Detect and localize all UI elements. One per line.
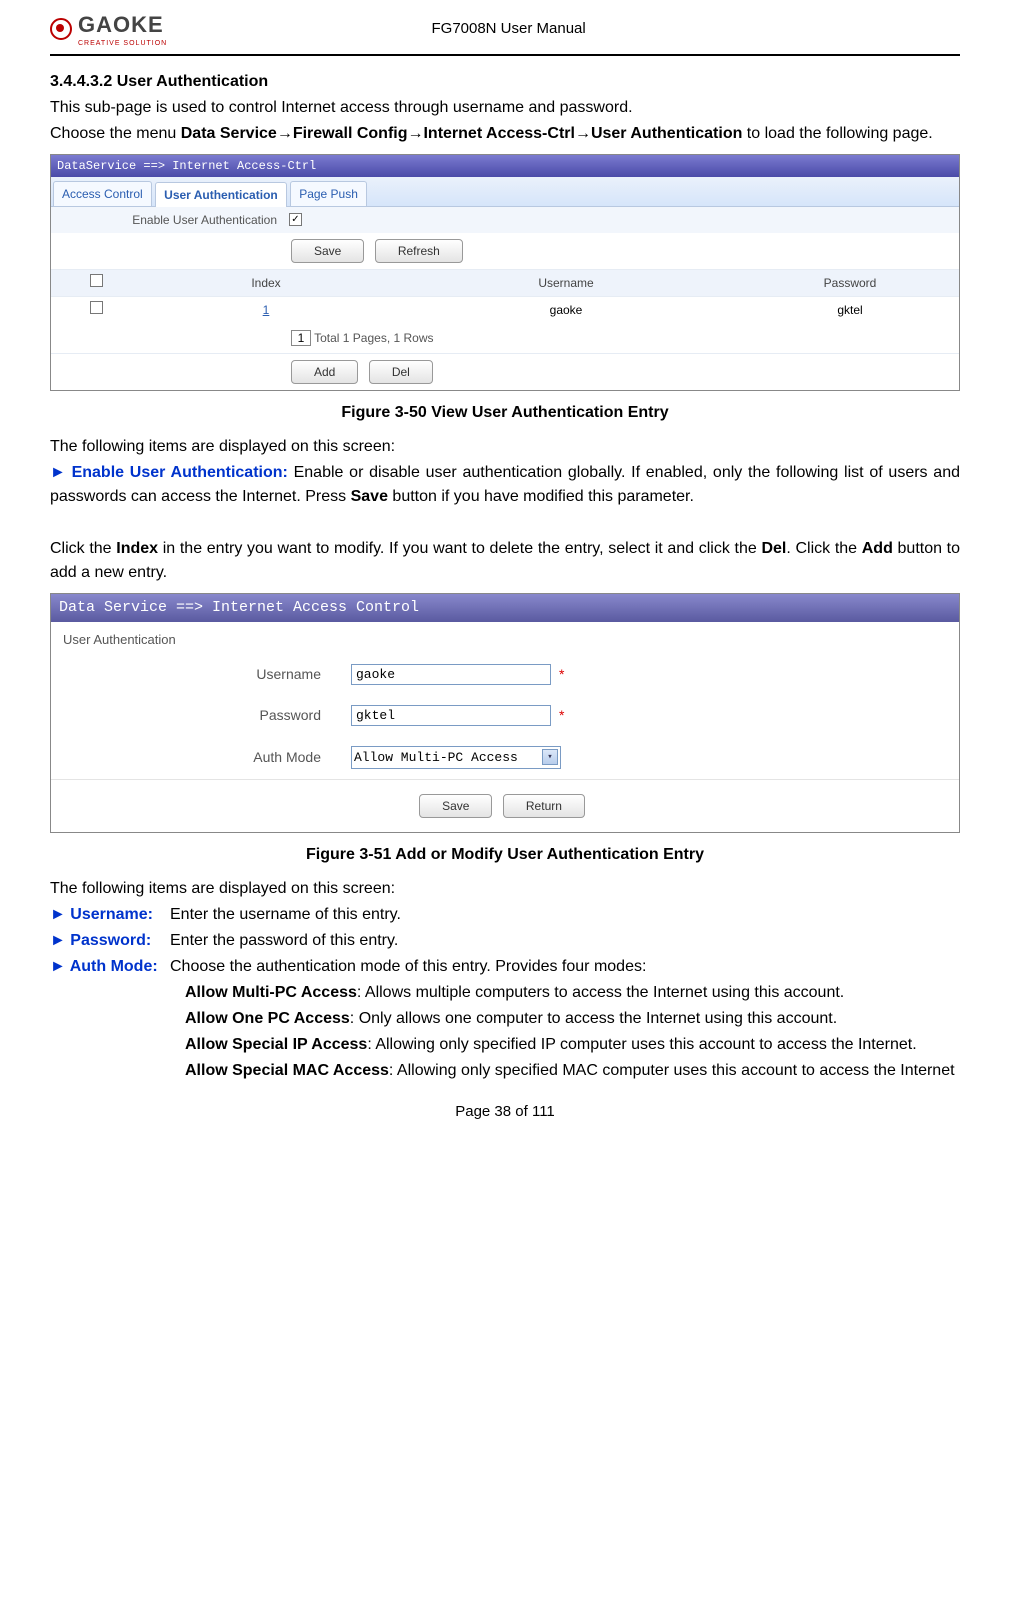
screenshot-add-modify: Data Service ==> Internet Access Control… — [50, 593, 960, 834]
click-mid: in the entry you want to modify. If you … — [158, 540, 761, 557]
screenshot-view-entries: DataService ==> Internet Access-Ctrl Acc… — [50, 154, 960, 391]
document-title: FG7008N User Manual — [431, 18, 585, 41]
mode4-text: : Allowing only specified MAC computer u… — [389, 1062, 955, 1079]
save-bold: Save — [351, 488, 388, 505]
logo: GAOKE CREATIVE SOLUTION — [50, 8, 167, 50]
required-mark: * — [559, 664, 564, 685]
password-input[interactable] — [351, 705, 551, 726]
mode1-text: : Allows multiple computers to access th… — [357, 984, 844, 1001]
enable-auth-checkbox[interactable]: ✓ — [289, 213, 302, 226]
index-instruction: Click the Index in the entry you want to… — [50, 537, 960, 585]
save-button-2[interactable]: Save — [419, 794, 492, 818]
menu-post: to load the following page. — [742, 125, 932, 142]
page-footer: Page 38 of 111 — [50, 1101, 960, 1124]
authmode-term: ► Auth Mode: — [50, 958, 158, 975]
mode3-text: : Allowing only specified IP computer us… — [367, 1036, 916, 1053]
tab-access-control[interactable]: Access Control — [53, 181, 152, 206]
del-bold: Del — [761, 540, 786, 557]
form-subtitle: User Authentication — [51, 622, 959, 654]
logo-text: GAOKE — [78, 8, 167, 41]
mode2-text: : Only allows one computer to access the… — [350, 1010, 837, 1027]
return-button[interactable]: Return — [503, 794, 585, 818]
chevron-down-icon: ▾ — [542, 749, 558, 765]
table-row: 1 gaoke gktel — [51, 296, 959, 323]
pager: Total 1 Pages, 1 Rows — [51, 323, 959, 353]
refresh-button[interactable]: Refresh — [375, 239, 463, 263]
mode4-bold: Allow Special MAC Access — [185, 1062, 389, 1079]
pager-text: Total 1 Pages, 1 Rows — [311, 331, 434, 345]
authmode-value: Allow Multi-PC Access — [354, 748, 518, 768]
logo-subtitle: CREATIVE SOLUTION — [78, 39, 167, 50]
col-username: Username — [391, 270, 741, 296]
index-bold: Index — [116, 540, 158, 557]
username-label: Username — [51, 664, 351, 685]
password-term: ► Password: — [50, 932, 151, 949]
tab-user-authentication[interactable]: User Authentication — [155, 182, 287, 207]
mode-multi-pc: Allow Multi-PC Access: Allows multiple c… — [185, 981, 960, 1005]
tab-page-push[interactable]: Page Push — [290, 181, 367, 206]
authmode-label: Auth Mode — [51, 747, 351, 768]
index-link[interactable]: 1 — [263, 303, 270, 317]
window-titlebar: DataService ==> Internet Access-Ctrl — [51, 155, 959, 177]
add-button[interactable]: Add — [291, 360, 358, 384]
cell-username: gaoke — [391, 297, 741, 323]
page-header: GAOKE CREATIVE SOLUTION FG7008N User Man… — [50, 0, 960, 56]
enable-term: ► Enable User Authentication: — [50, 464, 288, 481]
section-number: 3.4.4.3.2 — [50, 73, 112, 90]
mode-special-ip: Allow Special IP Access: Allowing only s… — [185, 1033, 960, 1057]
items-intro-2: The following items are displayed on thi… — [50, 877, 960, 901]
menu-path: Data Service→Firewall Config→Internet Ac… — [181, 125, 743, 142]
enable-auth-desc: ► Enable User Authentication: Enable or … — [50, 461, 960, 509]
password-desc: Enter the password of this entry. — [170, 929, 960, 953]
click-end: . Click the — [786, 540, 861, 557]
save-button[interactable]: Save — [291, 239, 364, 263]
table-header: Index Username Password — [51, 269, 959, 296]
section-heading: 3.4.4.3.2 User Authentication — [50, 70, 960, 94]
figure-caption-2: Figure 3-51 Add or Modify User Authentic… — [50, 843, 960, 867]
del-button[interactable]: Del — [369, 360, 433, 384]
click-pre: Click the — [50, 540, 116, 557]
section-title: User Authentication — [117, 73, 268, 90]
col-password: Password — [741, 270, 959, 296]
mode3-bold: Allow Special IP Access — [185, 1036, 367, 1053]
add-bold: Add — [862, 540, 893, 557]
cell-password: gktel — [741, 297, 959, 323]
row-checkbox[interactable] — [90, 301, 103, 314]
logo-icon — [50, 18, 72, 40]
tab-row: Access Control User Authentication Page … — [51, 177, 959, 207]
mode-special-mac: Allow Special MAC Access: Allowing only … — [185, 1059, 960, 1083]
intro-text: This sub-page is used to control Interne… — [50, 96, 960, 120]
figure-caption-1: Figure 3-50 View User Authentication Ent… — [50, 401, 960, 425]
select-all-checkbox[interactable] — [90, 274, 103, 287]
username-term: ► Username: — [50, 906, 153, 923]
password-label: Password — [51, 705, 351, 726]
authmode-desc: Choose the authentication mode of this e… — [170, 955, 960, 979]
authmode-select[interactable]: Allow Multi-PC Access ▾ — [351, 746, 561, 770]
items-intro-1: The following items are displayed on thi… — [50, 435, 960, 459]
username-desc: Enter the username of this entry. — [170, 903, 960, 927]
mode1-bold: Allow Multi-PC Access — [185, 984, 357, 1001]
enable-desc-2: button if you have modified this paramet… — [388, 488, 694, 505]
menu-pre: Choose the menu — [50, 125, 181, 142]
mode-one-pc: Allow One PC Access: Only allows one com… — [185, 1007, 960, 1031]
required-mark: * — [559, 705, 564, 726]
col-index: Index — [141, 270, 391, 296]
window-titlebar-2: Data Service ==> Internet Access Control — [51, 594, 959, 623]
mode2-bold: Allow One PC Access — [185, 1010, 350, 1027]
menu-path-text: Choose the menu Data Service→Firewall Co… — [50, 122, 960, 146]
enable-auth-label: Enable User Authentication — [59, 211, 289, 229]
page-input[interactable] — [291, 330, 311, 346]
username-input[interactable] — [351, 664, 551, 685]
